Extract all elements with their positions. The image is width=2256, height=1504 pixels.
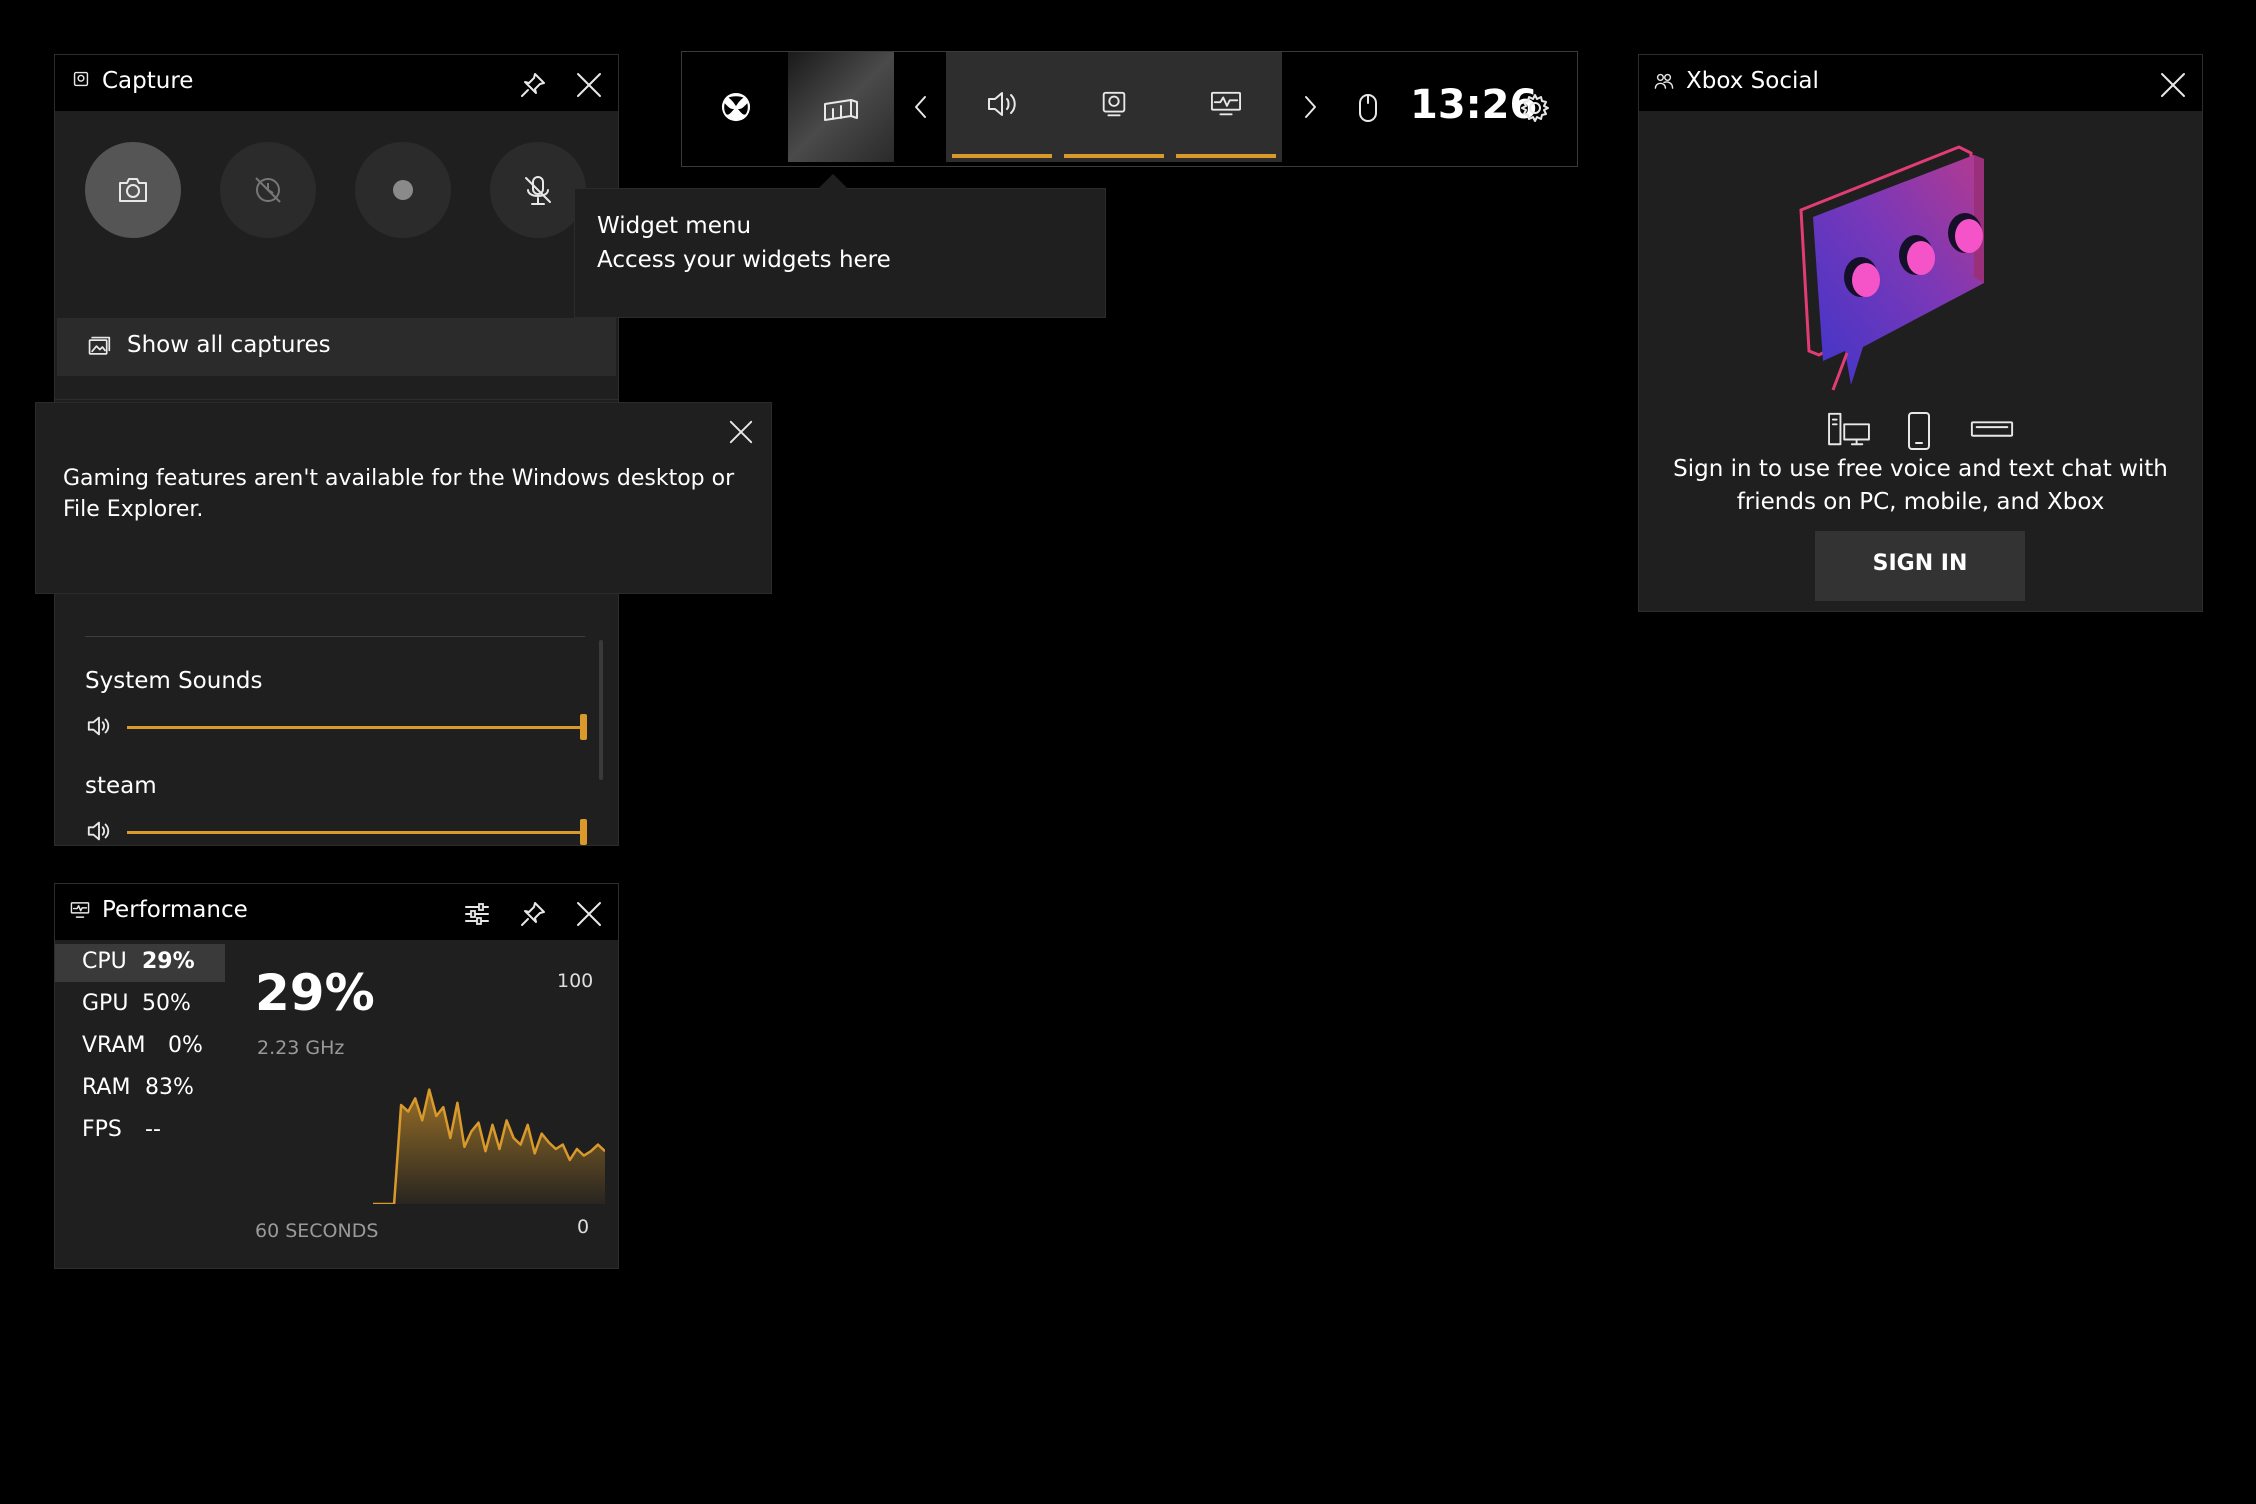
show-all-captures-label: Show all captures: [127, 332, 331, 358]
phone-icon: [1908, 412, 1930, 450]
chat-bubble-illustration: [1799, 145, 1984, 391]
record-icon: [393, 180, 413, 200]
chevron-left-icon: [915, 96, 926, 118]
desktop-notification: Gaming features aren't available for the…: [35, 402, 772, 594]
metric-gpu[interactable]: GPU 50%: [55, 986, 225, 1024]
capture-title: Capture: [102, 68, 194, 94]
metric-value: 0%: [168, 1033, 203, 1058]
capture-widget-icon: [73, 71, 89, 87]
performance-icon: [1211, 91, 1241, 116]
xbox-logo-icon: [721, 92, 751, 122]
metric-name: VRAM: [82, 1033, 146, 1058]
metric-cpu[interactable]: CPU 29%: [55, 944, 225, 982]
tooltip-title: Widget menu: [597, 213, 752, 239]
pc-icon: [1828, 412, 1870, 446]
xbox-home-button[interactable]: [683, 52, 787, 162]
cpu-usage-chart: [373, 1088, 605, 1204]
time-window-label: 60 SECONDS: [255, 1220, 379, 1242]
metric-name: FPS: [82, 1117, 122, 1142]
metric-value: --: [145, 1117, 161, 1142]
friends-icon: [1654, 73, 1674, 89]
cpu-area-fill: [373, 1089, 605, 1204]
record-last-icon: [255, 177, 281, 203]
tooltip-arrow: [818, 173, 848, 203]
volume-slider-thumb[interactable]: [580, 819, 587, 845]
metric-name: CPU: [82, 949, 127, 974]
audio-divider: [85, 636, 585, 637]
metric-fps[interactable]: FPS --: [55, 1112, 225, 1150]
metric-name: GPU: [82, 991, 129, 1016]
notification-message: Gaming features aren't available for the…: [63, 466, 735, 522]
audio-widget-button[interactable]: [946, 52, 1058, 162]
capture-widget: Capture Show all captures: [54, 54, 619, 400]
record-last-button[interactable]: [220, 142, 316, 238]
scroll-right-button[interactable]: [1284, 52, 1334, 162]
performance-widget-icon: [70, 902, 90, 918]
performance-title: Performance: [102, 897, 248, 923]
mic-off-icon: [525, 176, 551, 205]
speaker-icon[interactable]: [85, 713, 113, 739]
widget-menu-icon: [824, 99, 858, 121]
close-icon[interactable]: [575, 900, 603, 928]
volume-slider-track[interactable]: [127, 831, 583, 834]
widget-menu-tooltip: Widget menu Access your widgets here: [574, 173, 1106, 318]
social-title: Xbox Social: [1686, 68, 1819, 94]
close-icon[interactable]: [728, 419, 754, 445]
settings-sliders-icon[interactable]: [463, 900, 491, 928]
capture-icon: [1102, 91, 1126, 117]
close-icon[interactable]: [575, 71, 603, 99]
gallery-icon: [88, 336, 111, 355]
widget-menu-button[interactable]: [788, 52, 894, 162]
show-all-captures-button[interactable]: Show all captures: [57, 318, 616, 376]
speaker-icon: [988, 92, 1016, 116]
tooltip-body: Access your widgets here: [597, 247, 891, 273]
capture-widget-button[interactable]: [1058, 52, 1170, 162]
metric-value: 29%: [142, 949, 195, 974]
chevron-right-icon: [1305, 96, 1316, 118]
audio-app-name: System Sounds: [85, 668, 263, 694]
speaker-icon[interactable]: [85, 818, 113, 844]
perf-frequency: 2.23 GHz: [257, 1037, 345, 1059]
audio-scrollbar[interactable]: [599, 640, 603, 780]
scroll-left-button[interactable]: [895, 52, 945, 162]
pin-icon[interactable]: [519, 71, 547, 99]
pinned-indicator: [952, 154, 1052, 158]
start-recording-button[interactable]: [355, 142, 451, 238]
metric-ram[interactable]: RAM 83%: [55, 1070, 225, 1108]
performance-widget: Performance CPU 29% GPU 50% VRAM 0% RAM …: [54, 883, 619, 1269]
metric-vram[interactable]: VRAM 0%: [55, 1028, 225, 1066]
metric-value: 83%: [145, 1075, 194, 1100]
metric-value: 50%: [142, 991, 191, 1016]
social-message: Sign in to use free voice and text chat …: [1673, 456, 2168, 515]
audio-app-name: steam: [85, 773, 157, 799]
performance-header: Performance: [55, 884, 618, 940]
mic-toggle-button[interactable]: [490, 142, 586, 238]
performance-widget-button[interactable]: [1170, 52, 1282, 162]
axis-min-label: 0: [577, 1216, 590, 1238]
sign-in-button[interactable]: SIGN IN: [1815, 531, 2025, 601]
close-icon[interactable]: [2159, 71, 2187, 99]
game-bar: 13:26: [681, 51, 1578, 167]
pinned-indicator: [1176, 154, 1276, 158]
screenshot-button[interactable]: [85, 142, 181, 238]
metric-name: RAM: [82, 1075, 131, 1100]
camera-icon: [119, 178, 147, 202]
sign-in-label: SIGN IN: [1872, 551, 1968, 576]
pin-icon[interactable]: [519, 900, 547, 928]
pinned-indicator: [1064, 154, 1164, 158]
mouse-icon[interactable]: [1356, 92, 1380, 124]
social-header: Xbox Social: [1639, 55, 2202, 111]
perf-big-value: 29%: [255, 964, 375, 1022]
gear-icon[interactable]: [1519, 92, 1551, 124]
capture-header: Capture: [55, 55, 618, 111]
console-icon: [1970, 421, 2014, 437]
volume-slider-thumb[interactable]: [580, 714, 587, 740]
xbox-social-widget: Xbox Social Sign in to use free voice an…: [1638, 54, 2203, 612]
volume-slider-track[interactable]: [127, 726, 583, 729]
